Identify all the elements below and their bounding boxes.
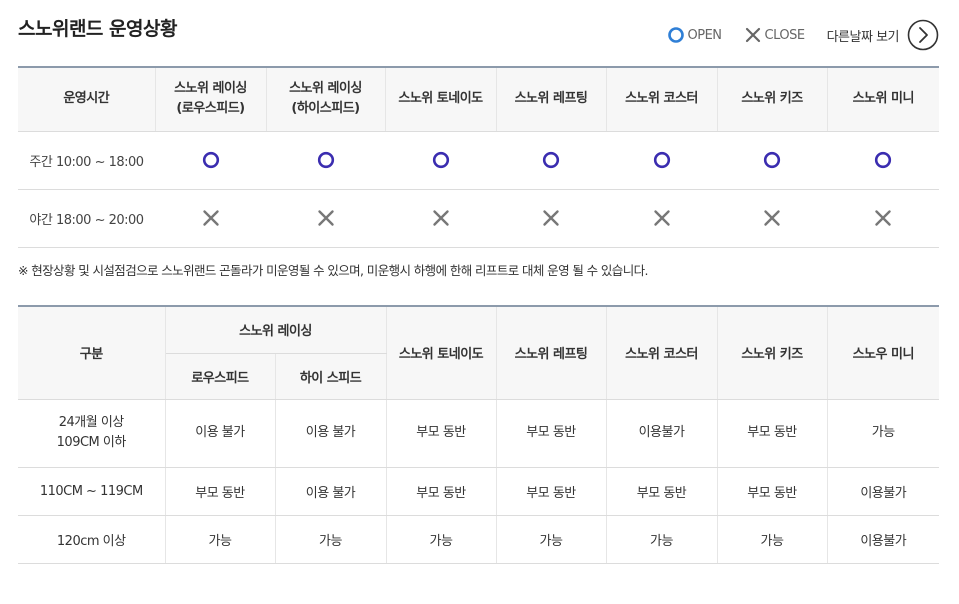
other-date-button[interactable]: 다른날짜 보기 — [827, 19, 939, 51]
time-slot-label: 주간 10:00 ~ 18:00 — [18, 131, 155, 190]
close-x-icon — [875, 210, 891, 226]
height-range-label: 24개월 이상 109CM 이하 — [18, 399, 166, 468]
status-row: 야간 18:00 ~ 20:00 — [18, 189, 939, 248]
open-circle-icon — [874, 151, 892, 169]
close-x-icon — [432, 210, 449, 226]
close-x-icon — [745, 27, 760, 43]
status-header-cell: 스노위 레프팅 — [496, 67, 607, 132]
status-legend: OPEN CLOSE 다른날짜 보기 — [667, 19, 939, 51]
height-range-label: 110CM ~ 119CM — [18, 467, 166, 516]
status-cell — [266, 189, 385, 248]
status-cell — [717, 189, 827, 248]
status-cell — [606, 131, 717, 190]
open-circle-icon — [763, 151, 781, 169]
age-header-cell: 스노위 토네이도 — [386, 306, 497, 400]
status-cell — [606, 189, 717, 248]
time-slot-label: 야간 18:00 ~ 20:00 — [18, 189, 155, 248]
close-x-icon — [202, 210, 219, 226]
open-circle-icon — [542, 151, 560, 169]
availability-cell: 가능 — [606, 515, 718, 564]
availability-cell: 부모 동반 — [386, 399, 497, 468]
page-header: 스노위랜드 운영상황 OPEN CLOSE 다른날짜 보기 — [18, 0, 939, 66]
availability-cell: 부모 동반 — [496, 467, 607, 516]
open-circle-icon — [653, 151, 670, 169]
age-header-row: 구분 스노위 레이싱 스노위 토네이도 스노위 레프팅 스노위 코스터 스노위 … — [18, 306, 940, 400]
availability-cell: 가능 — [165, 515, 276, 564]
status-header-cell: 스노위 레이싱 (하이스피드) — [266, 67, 386, 132]
availability-cell: 부모 동반 — [386, 467, 497, 516]
category-header: 구분 — [18, 306, 166, 400]
status-cell — [496, 131, 606, 190]
close-x-icon — [317, 210, 334, 226]
availability-cell: 가능 — [827, 399, 940, 468]
status-cell — [155, 131, 266, 190]
status-cell — [717, 131, 827, 190]
age-header-cell: 스노위 레프팅 — [496, 306, 607, 400]
availability-cell: 이용 불가 — [275, 399, 387, 468]
racing-subheader: 하이 스피드 — [275, 353, 387, 400]
status-header-cell: 운영시간 — [18, 67, 156, 132]
availability-cell: 부모 동반 — [717, 399, 828, 468]
availability-cell: 부모 동반 — [165, 467, 276, 516]
open-circle-icon — [667, 27, 684, 43]
age-header-cell: 스노우 미니 — [827, 306, 940, 400]
status-header-cell: 스노위 레이싱 (로우스피드) — [155, 67, 267, 132]
availability-cell: 부모 동반 — [606, 467, 718, 516]
status-header-cell: 스노위 키즈 — [717, 67, 828, 132]
close-x-icon — [764, 210, 780, 226]
age-row: 110CM ~ 119CM 부모 동반 이용 불가 부모 동반 부모 동반 부모 동반 부모… — [18, 467, 940, 516]
legend-open-label: OPEN — [687, 27, 723, 43]
age-restriction-table: 구분 스노위 레이싱 스노위 토네이도 스노위 레프팅 스노위 코스터 스노위 … — [18, 305, 940, 564]
chevron-right-circle-icon[interactable] — [907, 19, 939, 51]
status-header-cell: 스노위 미니 — [827, 67, 939, 132]
legend-close-label: CLOSE — [764, 27, 806, 43]
open-circle-icon — [202, 151, 219, 169]
availability-cell: 이용 불가 — [275, 467, 387, 516]
operation-status-table: 운영시간 스노위 레이싱 (로우스피드) 스노위 레이싱 (하이스피드) 스노위 토… — [18, 66, 939, 248]
status-cell — [385, 131, 496, 190]
operation-note: ※ 현장상황 및 시설점검으로 스노위랜드 곤돌라가 미운영될 수 있으며, 미… — [18, 263, 648, 278]
status-cell — [266, 131, 385, 190]
height-range-label: 120cm 이상 — [18, 515, 166, 564]
availability-cell: 이용불가 — [827, 515, 940, 564]
page-title: 스노위랜드 운영상황 — [18, 18, 177, 40]
availability-cell: 이용불가 — [827, 467, 940, 516]
racing-subheader: 로우스피드 — [165, 353, 276, 400]
status-cell — [827, 189, 939, 248]
open-circle-icon — [432, 151, 449, 169]
availability-cell: 가능 — [717, 515, 828, 564]
status-cell — [827, 131, 939, 190]
status-cell — [385, 189, 496, 248]
close-x-icon — [653, 210, 670, 226]
availability-cell: 이용 불가 — [165, 399, 276, 468]
availability-cell: 부모 동반 — [717, 467, 828, 516]
age-row: 24개월 이상 109CM 이하 이용 불가 이용 불가 부모 동반 부모 동반 이용불가 부… — [18, 399, 940, 468]
status-cell — [155, 189, 266, 248]
other-date-label: 다른날짜 보기 — [826, 29, 900, 45]
age-row: 120cm 이상 가능 가능 가능 가능 가능 가능 이용불가 — [18, 515, 940, 564]
status-row: 주간 10:00 ~ 18:00 — [18, 131, 939, 190]
availability-cell: 이용불가 — [606, 399, 718, 468]
status-header-cell: 스노위 코스터 — [606, 67, 718, 132]
legend-open: OPEN — [667, 26, 722, 44]
status-header-cell: 스노위 토네이도 — [385, 67, 497, 132]
age-header-cell: 스노위 코스터 — [606, 306, 718, 400]
availability-cell: 가능 — [386, 515, 497, 564]
availability-cell: 가능 — [275, 515, 387, 564]
availability-cell: 부모 동반 — [496, 399, 607, 468]
status-header-row: 운영시간 스노위 레이싱 (로우스피드) 스노위 레이싱 (하이스피드) 스노위 토… — [18, 67, 939, 132]
open-circle-icon — [317, 151, 334, 169]
racing-group-header: 스노위 레이싱 — [165, 306, 387, 354]
close-x-icon — [543, 210, 559, 226]
age-header-cell: 스노위 키즈 — [717, 306, 828, 400]
availability-cell: 가능 — [496, 515, 607, 564]
status-cell — [496, 189, 606, 248]
legend-close: CLOSE — [744, 26, 805, 44]
